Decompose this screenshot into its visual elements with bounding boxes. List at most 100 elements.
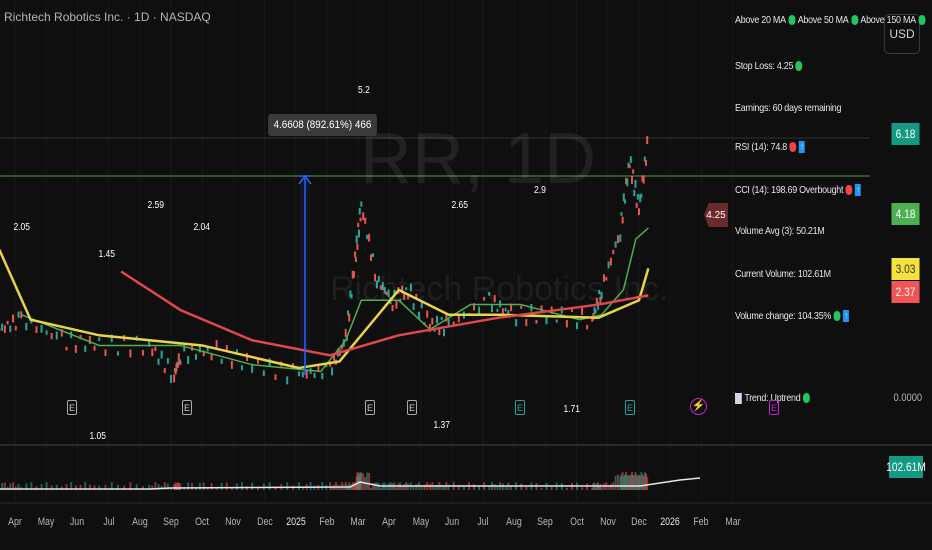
earnings-text: Earnings: 60 days remaining (735, 102, 842, 114)
candle (35, 326, 38, 334)
candle (619, 234, 622, 242)
candle (629, 156, 632, 164)
candle (166, 358, 169, 364)
candle (40, 324, 43, 333)
candle (313, 372, 316, 378)
volume-bar (187, 482, 190, 490)
volume-bar (616, 474, 619, 490)
time-axis-label: Mar (350, 516, 366, 528)
candle (555, 319, 558, 323)
earnings-marker[interactable]: E (407, 400, 417, 415)
earnings-marker[interactable]: E (182, 400, 192, 415)
time-axis-label: Dec (631, 516, 647, 528)
candle (612, 249, 615, 255)
time-axis-label: May (412, 516, 429, 528)
time-axis-label: Oct (569, 516, 584, 528)
candle (14, 325, 17, 331)
volume-bar (360, 472, 363, 490)
volume-avg-text: Volume Avg (3): 50.21M (735, 225, 825, 237)
volume-change-text: Volume change: 104.35% (735, 310, 832, 322)
dividend-marker[interactable]: E (515, 400, 525, 415)
candle (525, 318, 528, 327)
green-dot-icon (833, 311, 841, 322)
candle (443, 328, 445, 337)
candle (368, 233, 371, 242)
volume-bar (225, 482, 228, 490)
candle (348, 313, 351, 322)
pivot-label: 2.05 (13, 222, 31, 233)
volume-bar (581, 487, 584, 490)
time-axis-label: May (37, 516, 55, 528)
candle (594, 309, 597, 314)
candle (65, 346, 68, 351)
candle (575, 322, 578, 330)
volume-bar (493, 484, 496, 490)
candle (297, 371, 300, 377)
ma-status: Above 20 MA Above 50 MA Above 150 MA (735, 14, 928, 26)
volume-bar (370, 487, 373, 490)
measure-label: 4.6608 (892.61%) 466 (268, 114, 377, 136)
candle (447, 319, 450, 326)
pivot-label: 2.9 (534, 185, 546, 196)
arrow-up-icon: ↑ (843, 310, 849, 323)
earnings-marker[interactable]: E (365, 400, 375, 415)
volume-bar (385, 487, 388, 490)
volume-bar (520, 483, 523, 490)
time-axis-label: Feb (693, 516, 709, 528)
candle (366, 234, 369, 240)
candle (440, 316, 443, 320)
volume-bar (473, 484, 476, 490)
checkbox-icon (735, 392, 742, 404)
volume-bar (614, 475, 617, 490)
candle (45, 330, 48, 335)
volume-bar (525, 486, 528, 490)
candle (614, 241, 617, 248)
time-axis-label: Apr (8, 516, 22, 528)
candle (635, 202, 638, 208)
candle (565, 319, 568, 328)
chart-title: Richtech Robotics Inc. · 1D · NASDAQ (4, 10, 211, 24)
candle (25, 322, 28, 331)
pivot-label: 2.59 (147, 200, 165, 211)
measure-arrow[interactable] (298, 174, 312, 375)
candle (638, 208, 640, 216)
candle (262, 370, 265, 377)
volume-bar (268, 482, 271, 490)
pivot-label: 1.45 (98, 249, 116, 260)
candle (84, 345, 87, 352)
candle (3, 325, 6, 333)
volume-bar (262, 483, 265, 490)
candle (12, 314, 15, 323)
volume-bar (340, 482, 343, 490)
candle (50, 332, 53, 340)
lightning-icon[interactable]: ⚡ (690, 398, 707, 415)
dividend-marker[interactable]: E (625, 400, 635, 415)
candle (210, 354, 213, 361)
candle (331, 367, 334, 376)
time-axis-label: Aug (506, 516, 523, 528)
candle (609, 257, 612, 266)
ma20-status: Above 20 MA (735, 14, 786, 26)
pivot-label: 2.65 (451, 200, 469, 211)
candle (9, 325, 12, 333)
green-dot-icon (803, 393, 810, 404)
volume-change-row: Volume change: 104.35% ↑ (735, 310, 849, 323)
time-axis-label: Aug (131, 516, 148, 528)
candle (274, 374, 277, 380)
candle (357, 229, 360, 238)
volume-bar (373, 482, 376, 490)
candle (129, 349, 132, 358)
time-axis-label: 2026 (660, 516, 680, 528)
candle (141, 349, 144, 356)
candle (607, 261, 610, 269)
candle (220, 358, 223, 364)
candle (170, 374, 172, 383)
future-earnings-marker[interactable]: E (769, 400, 779, 415)
volume-bar (600, 487, 603, 490)
green-dot-icon (918, 15, 926, 26)
volume-bar (607, 486, 610, 490)
earnings-marker[interactable]: E (67, 400, 77, 415)
time-axis-label: Oct (195, 516, 210, 528)
candle (187, 356, 190, 364)
candle (286, 376, 289, 385)
